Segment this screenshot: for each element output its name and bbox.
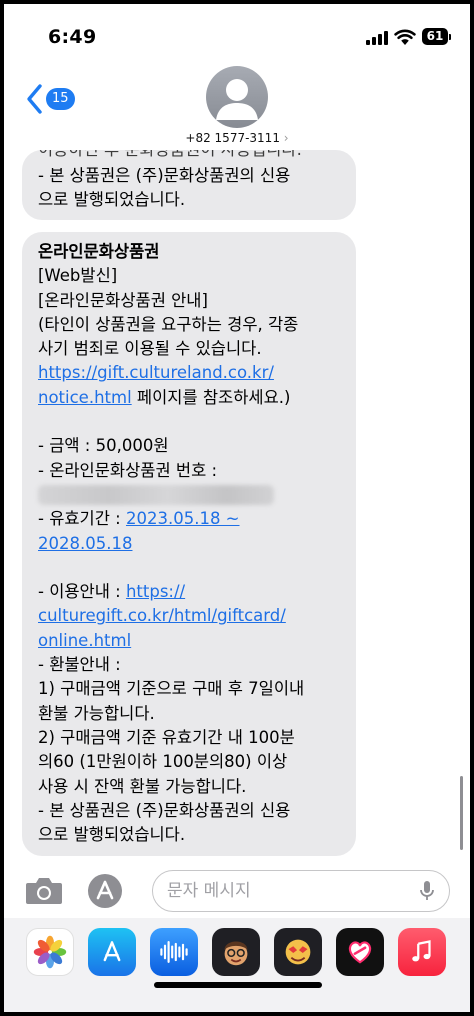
message-line: - 환불안내 : xyxy=(38,655,121,675)
contact-chevron-icon: › xyxy=(283,131,289,145)
message-line: [온라인문화상품권 안내] xyxy=(38,290,208,310)
validity-start-date-link[interactable]: 2023.05.18 ~ xyxy=(126,509,240,528)
message-line: 으로 발행되었습니다. xyxy=(38,825,186,845)
app-store-icon xyxy=(96,880,114,900)
unread-count-badge[interactable]: 15 xyxy=(46,88,75,110)
message-bubble[interactable]: 이용하신 후 문화상품권이 사용됩니다. - 본 상품권은 (주)문화상품권의 … xyxy=(22,150,356,220)
home-indicator[interactable] xyxy=(154,982,322,988)
scroll-indicator[interactable] xyxy=(460,776,463,850)
validity-label: - 유효기간 : xyxy=(38,509,126,529)
status-time: 6:49 xyxy=(48,26,97,48)
status-bar: 6:49 61 xyxy=(4,4,470,62)
message-line: 1) 구매금액 기준으로 구매 후 7일이내 xyxy=(38,679,305,699)
message-line: - 본 상품권은 (주)문화상품권의 신용 xyxy=(38,800,291,820)
wifi-icon xyxy=(394,29,416,45)
message-bubble[interactable]: 온라인문화상품권 [Web발신] [온라인문화상품권 안내] (타인이 상품권을… xyxy=(22,232,356,856)
usage-link[interactable]: https:// xyxy=(126,582,185,601)
redacted-pin-number xyxy=(38,484,274,505)
message-line: (타인이 상품권을 요구하는 경우, 각종 xyxy=(38,314,299,334)
contact-avatar[interactable] xyxy=(206,66,268,128)
digital-touch-icon[interactable] xyxy=(336,928,384,976)
message-line: 의60 (1만원이하 100분의80) 이상 xyxy=(38,752,288,772)
memoji-stickers-icon[interactable] xyxy=(274,928,322,976)
message-line: 으로 발행되었습니다. xyxy=(38,190,186,210)
message-input-field[interactable] xyxy=(152,870,450,912)
cellular-signal-icon xyxy=(366,31,388,45)
pin-label: - 온라인문화상품권 번호 : xyxy=(38,460,218,480)
contact-name[interactable]: +82 1577-3111 › xyxy=(4,131,470,145)
audio-message-icon[interactable] xyxy=(150,928,198,976)
person-silhouette-icon xyxy=(216,79,258,120)
message-line: [Web발신] xyxy=(38,266,118,286)
notice-link[interactable]: https://gift.cultureland.co.kr/ xyxy=(38,363,274,382)
message-text: 페이지를 참조하세요.) xyxy=(131,387,291,407)
usage-link-end[interactable]: online.html xyxy=(38,631,131,650)
message-input[interactable] xyxy=(167,871,407,911)
photos-app-icon[interactable] xyxy=(26,928,74,976)
messages-screen: 6:49 61 15 +82 1577-3111 › 이용하신 후 문화상품권이… xyxy=(4,4,470,1012)
message-line: 환불 가능합니다. xyxy=(38,703,155,723)
usage-link-continued[interactable]: culturegift.co.kr/html/giftcard/ xyxy=(38,606,286,625)
message-partial-line: 이용하신 후 문화상품권이 사용됩니다. xyxy=(38,150,302,162)
app-drawer xyxy=(4,918,470,1012)
message-line: 2) 구매금액 기준 유효기간 내 100분 xyxy=(38,727,295,747)
message-line: 사기 범죄로 이용될 수 있습니다. xyxy=(38,339,262,359)
app-store-button[interactable] xyxy=(88,874,122,908)
battery-tip xyxy=(449,34,451,40)
message-line: - 본 상품권은 (주)문화상품권의 신용 xyxy=(38,166,291,185)
contact-number: +82 1577-3111 xyxy=(185,131,280,145)
memoji-icon[interactable] xyxy=(212,928,260,976)
message-line: 사용 시 잔액 환불 가능합니다. xyxy=(38,776,247,796)
camera-icon[interactable] xyxy=(24,874,64,906)
back-chevron-icon[interactable] xyxy=(24,82,46,116)
battery-icon: 61 xyxy=(422,28,448,45)
message-title: 온라인문화상품권 xyxy=(38,242,160,261)
amount-line: - 금액 : 50,000원 xyxy=(38,436,169,456)
usage-label: - 이용안내 : xyxy=(38,582,126,602)
notice-link-continued[interactable]: notice.html xyxy=(38,388,132,407)
microphone-icon[interactable] xyxy=(419,880,435,902)
validity-end-date-link[interactable]: 2028.05.18 xyxy=(38,534,132,553)
music-app-icon[interactable] xyxy=(398,928,446,976)
app-store-app-icon[interactable] xyxy=(88,928,136,976)
